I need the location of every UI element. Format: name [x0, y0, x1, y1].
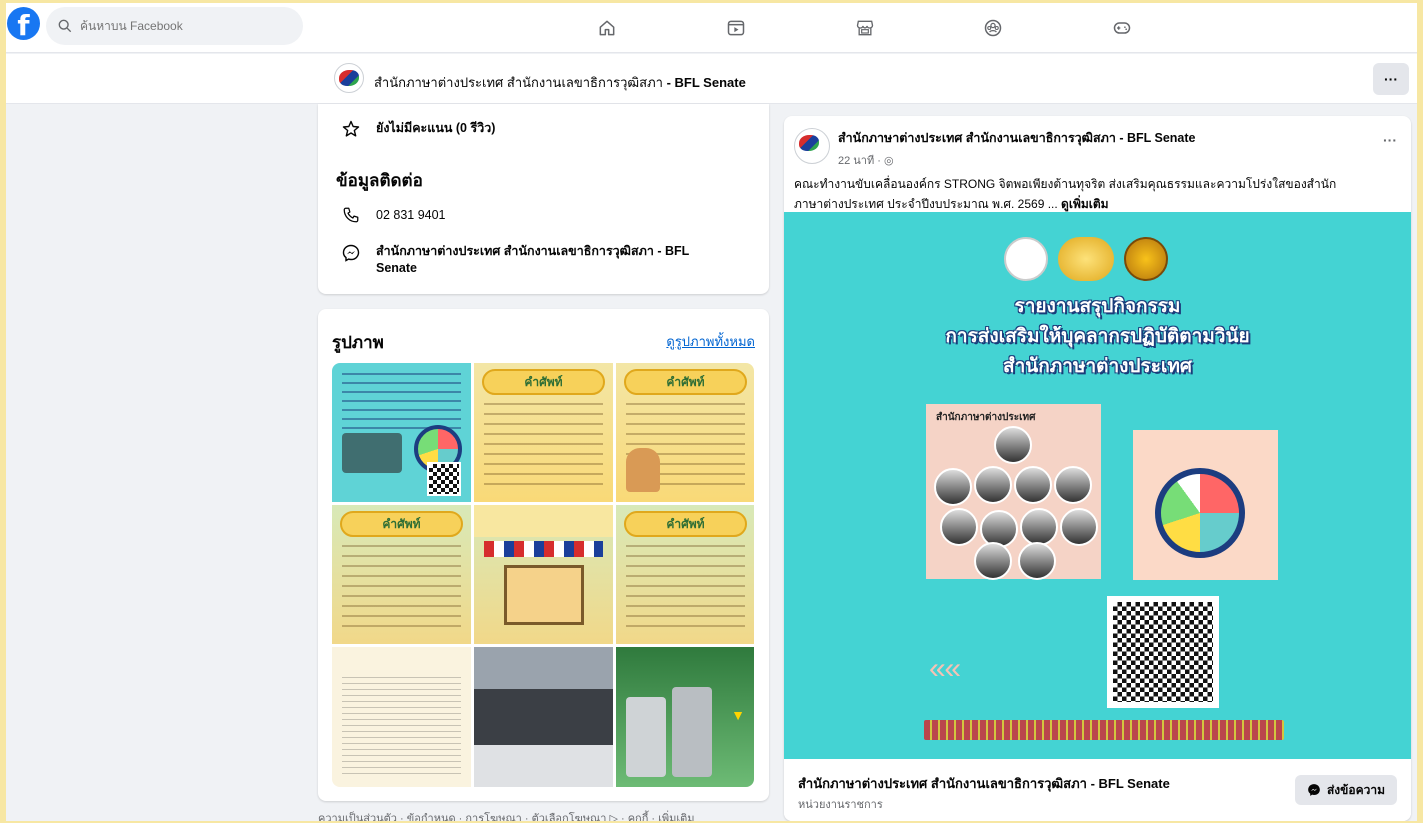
post-image[interactable]: รายงานสรุปกิจกรรม การส่งเสริมให้บุคลากรป… [784, 212, 1411, 759]
photo-tile[interactable] [474, 647, 613, 787]
post-author-name[interactable]: สำนักภาษาต่างประเทศ สำนักงานเลขาธิการวุฒ… [838, 128, 1196, 148]
photo-tile[interactable]: ▼ [616, 647, 754, 787]
image-photo-collage: สำนักภาษาต่างประเทศ [926, 404, 1101, 580]
send-message-button[interactable]: ส่งข้อความ [1294, 775, 1397, 805]
image-footer-text-strip [924, 720, 1284, 740]
page-header-bar: สำนักภาษาต่างประเทศ สำนักงานเลขาธิการวุฒ… [6, 54, 1417, 104]
groups-icon[interactable] [982, 17, 1004, 39]
post-footer: สำนักภาษาต่างประเทศ สำนักงานเลขาธิการวุฒ… [784, 759, 1411, 821]
image-qr-code [1107, 596, 1219, 708]
post-more-button[interactable]: ··· [1383, 132, 1397, 148]
rating-row: ยังไม่มีคะแนน (0 รีวิว) [340, 118, 495, 140]
tile-banner: คำศัพท์ [624, 369, 747, 395]
send-message-label: ส่งข้อความ [1326, 782, 1385, 797]
video-icon[interactable] [725, 17, 747, 39]
image-title-line2: การส่งเสริมให้บุคลากรปฏิบัติตามวินัย [945, 326, 1250, 347]
page-more-button[interactable]: ··· [1373, 63, 1409, 95]
double-chevron-left-icon: « « [929, 652, 961, 685]
globe-icon: ◎ [884, 155, 894, 167]
footer-links[interactable]: ความเป็นส่วนตัว · ข้อกำหนด · การโฆษณา · … [318, 809, 695, 821]
see-all-photos-link[interactable]: ดูรูปภาพทั้งหมด [666, 331, 755, 352]
post-text-line2: ภาษาต่างประเทศ ประจำปีงบประมาณ พ.ศ. 2569… [794, 197, 1062, 211]
facebook-logo-icon[interactable]: f [7, 7, 40, 40]
page-avatar[interactable] [334, 63, 364, 93]
image-photo-label: สำนักภาษาต่างประเทศ [936, 412, 1036, 423]
page-title-en: - BFL Senate [662, 75, 746, 90]
messenger-row[interactable]: สำนักภาษาต่างประเทศ สำนักงานเลขาธิการวุฒ… [340, 242, 689, 277]
search-input[interactable] [80, 19, 280, 33]
rating-text: ยังไม่มีคะแนน (0 รีวิว) [376, 121, 496, 135]
image-title-line1: รายงานสรุปกิจกรรม [1014, 296, 1181, 317]
post-meta: 22 นาที · ◎ [838, 151, 1196, 169]
image-logos [1004, 237, 1168, 281]
image-title: รายงานสรุปกิจกรรม การส่งเสริมให้บุคลากรป… [784, 292, 1411, 382]
tile-banner: คำศัพท์ [340, 511, 463, 537]
star-icon [340, 118, 362, 140]
marketplace-icon[interactable] [854, 17, 876, 39]
image-clock-illustration [1133, 430, 1278, 580]
photo-tile[interactable] [332, 647, 471, 787]
photo-tile[interactable]: คำศัพท์ [616, 363, 754, 502]
footer-page-category: หน่วยงานราชการ [798, 799, 883, 811]
photos-section-title: รูปภาพ [332, 333, 384, 352]
home-icon[interactable] [596, 17, 618, 39]
messenger-name-line2: Senate [376, 261, 417, 275]
qr-code-icon [427, 462, 461, 496]
phone-icon [340, 204, 362, 226]
page-title-thai: สำนักภาษาต่างประเทศ สำนักงานเลขาธิการวุฒ… [374, 75, 663, 90]
gaming-icon[interactable] [1111, 17, 1133, 39]
post-timestamp[interactable]: 22 นาที · [838, 155, 884, 167]
photo-tile[interactable]: คำศัพท์ [616, 505, 754, 644]
top-navigation-bar: f [6, 3, 1417, 53]
post-text-line1: คณะทำงานขับเคลื่อนองค์กร STRONG จิตพอเพี… [794, 177, 1337, 191]
photo-tile[interactable] [474, 505, 613, 644]
photo-tile[interactable]: คำศัพท์ [332, 505, 471, 644]
post-header: สำนักภาษาต่างประเทศ สำนักงานเลขาธิการวุฒ… [794, 128, 1196, 169]
photo-grid: คำศัพท์ คำศัพท์ คำศัพท์ คำศัพท์ ▼ [332, 363, 754, 787]
messenger-name-line1: สำนักภาษาต่างประเทศ สำนักงานเลขาธิการวุฒ… [376, 244, 690, 258]
see-more-link[interactable]: ดูเพิ่มเติม [1061, 197, 1109, 211]
messenger-name: สำนักภาษาต่างประเทศ สำนักงานเลขาธิการวุฒ… [376, 243, 689, 277]
contact-section-title: ข้อมูลติดต่อ [336, 171, 423, 190]
photo-tile[interactable] [332, 363, 471, 502]
bfl-logo-icon [1004, 237, 1048, 281]
intro-card: ยังไม่มีคะแนน (0 รีวิว) ข้อมูลติดต่อ 02 … [318, 104, 769, 294]
page-title[interactable]: สำนักภาษาต่างประเทศ สำนักงานเลขาธิการวุฒ… [374, 72, 746, 93]
senate-strong-badge-icon [1124, 237, 1168, 281]
post-text: คณะทำงานขับเคลื่อนองค์กร STRONG จิตพอเพี… [794, 174, 1394, 214]
phone-number[interactable]: 02 831 9401 [376, 207, 446, 224]
browser-window: f สำนักภาษาต่างประเทศ สำนักงานเลขาธิการว [6, 3, 1417, 821]
messenger-icon [340, 242, 362, 264]
footer-page-name[interactable]: สำนักภาษาต่างประเทศ สำนักงานเลขาธิการวุฒ… [798, 773, 1170, 794]
photo-tile[interactable]: คำศัพท์ [474, 363, 613, 502]
tile-banner: คำศัพท์ [624, 511, 747, 537]
post-card: สำนักภาษาต่างประเทศ สำนักงานเลขาธิการวุฒ… [784, 116, 1411, 821]
messenger-icon [1308, 784, 1320, 796]
tile-banner: คำศัพท์ [482, 369, 605, 395]
phone-row: 02 831 9401 [340, 204, 446, 226]
image-title-line3: สำนักภาษาต่างประเทศ [1003, 356, 1192, 377]
clock-icon [1155, 468, 1245, 558]
search-box[interactable] [46, 7, 303, 45]
photos-card: รูปภาพ ดูรูปภาพทั้งหมด คำศัพท์ คำศัพท์ ค… [318, 309, 769, 801]
post-author-avatar[interactable] [794, 128, 830, 169]
search-icon [58, 19, 72, 33]
senate-strong-logo-icon [1058, 237, 1114, 281]
